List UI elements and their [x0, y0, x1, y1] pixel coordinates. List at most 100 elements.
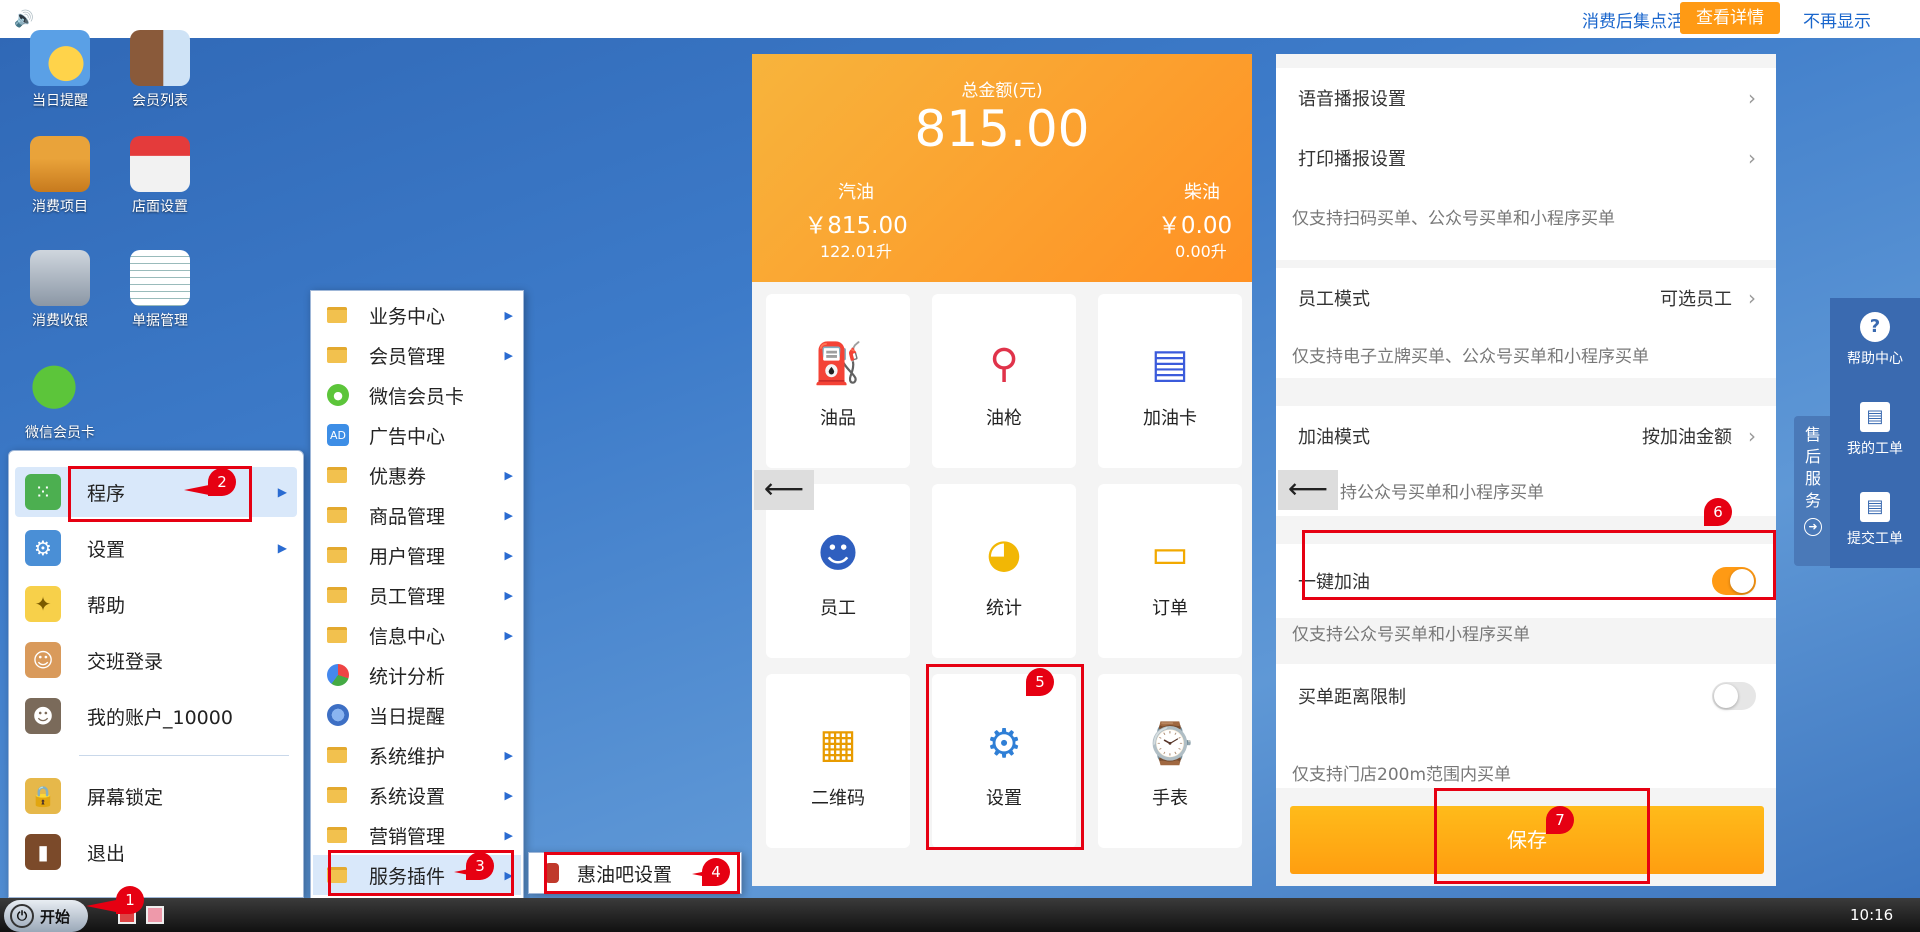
total-label: 总金额(元): [961, 81, 1043, 101]
submenu-arrow-icon: ▶: [504, 748, 513, 762]
tile-qrcode[interactable]: ▦ 二维码: [766, 674, 910, 848]
cash-register-icon: [30, 250, 90, 306]
ad-icon: AD: [327, 424, 349, 446]
clock: 10:16: [1850, 906, 1894, 924]
folder-icon: [327, 747, 347, 763]
desktop-icon-wechat-card[interactable]: 微信会员卡: [12, 362, 108, 442]
print-broadcast-setting-row[interactable]: 打印播报设置 ›: [1276, 128, 1776, 188]
program-item-daily-reminder[interactable]: 当日提醒: [313, 695, 521, 735]
start-menu-item-exit[interactable]: ▮ 退出: [15, 827, 297, 877]
annotation-badge: 7: [1546, 806, 1574, 834]
voice-broadcast-setting-row[interactable]: 语音播报设置 ›: [1276, 68, 1776, 128]
program-item-marketing[interactable]: 营销管理 ▶: [313, 815, 521, 855]
program-submenu: 业务中心 ▶ 会员管理 ▶ ● 微信会员卡 AD 广告中心 优惠券 ▶ 商品管理 ▶ 用户管…: [310, 290, 524, 900]
notice-text: 消费后集点活: [1582, 12, 1684, 32]
program-item-info-center[interactable]: 信息中心 ▶: [313, 615, 521, 655]
fuel-mode-row[interactable]: 加油模式 按加油金额 ›: [1276, 406, 1776, 466]
program-item-member-management[interactable]: 会员管理 ▶: [313, 335, 521, 375]
distance-limit-toggle[interactable]: [1712, 682, 1756, 710]
start-menu-item-settings[interactable]: ⚙ 设置 ▶: [15, 523, 297, 573]
question-icon: ?: [1860, 312, 1890, 342]
program-item-ad-center[interactable]: AD 广告中心: [313, 415, 521, 455]
back-arrow-button[interactable]: ⟵: [1278, 470, 1338, 510]
employee-mode-row[interactable]: 员工模式 可选员工 ›: [1276, 268, 1776, 328]
start-menu-item-shift-login[interactable]: ☺ 交班登录: [15, 635, 297, 685]
folder-icon: [327, 787, 347, 803]
submenu-arrow-icon: ▶: [504, 548, 513, 562]
program-item-employee-management[interactable]: 员工管理 ▶: [313, 575, 521, 615]
start-menu-item-help[interactable]: ✦ 帮助: [15, 579, 297, 629]
users-icon: ☺: [25, 642, 61, 678]
desktop-icon-consume-items[interactable]: 消费项目: [12, 136, 108, 216]
after-sales-service-tab[interactable]: 售后服务 ➜: [1794, 416, 1832, 566]
folder-icon: [327, 827, 347, 843]
annotation-badge: 4: [702, 858, 730, 886]
chevron-right-icon: ›: [1748, 146, 1756, 170]
notebook-icon: [130, 250, 190, 306]
desktop-icon-store-settings[interactable]: 店面设置: [112, 136, 208, 216]
reminder-icon: [327, 704, 349, 726]
start-menu-item-my-account[interactable]: ☻ 我的账户_10000: [15, 691, 297, 741]
employee-icon: ☻: [817, 531, 859, 577]
program-item-coupon[interactable]: 优惠券 ▶: [313, 455, 521, 495]
diesel-amount: ￥0.00: [1157, 213, 1233, 239]
program-item-statistics[interactable]: 统计分析: [313, 655, 521, 695]
back-arrow-button[interactable]: ⟵: [754, 470, 814, 510]
power-icon: ⏻: [10, 904, 34, 928]
taskbar-app-icon[interactable]: [146, 906, 164, 924]
submenu-arrow-icon: ▶: [504, 468, 513, 482]
total-value: 815.00: [914, 100, 1090, 158]
help-center-button[interactable]: ? 帮助中心: [1830, 312, 1920, 368]
gasoline-amount: ￥815.00: [804, 213, 908, 239]
oil-can-icon: ⛽: [813, 341, 863, 387]
desktop-icon-bills[interactable]: 单据管理: [112, 250, 208, 330]
gasoline-label: 汽油: [838, 182, 874, 203]
tile-fuel-card[interactable]: ▤ 加油卡: [1098, 294, 1242, 468]
annotation-badge: 5: [1026, 668, 1054, 696]
gasoline-volume: 122.01升: [820, 242, 892, 261]
program-item-business-center[interactable]: 业务中心 ▶: [313, 295, 521, 335]
program-item-goods-management[interactable]: 商品管理 ▶: [313, 495, 521, 535]
dont-show-again-link[interactable]: 不再显示: [1803, 7, 1871, 32]
hint-text: 仅支持电子立牌买单、公众号买单和小程序买单: [1292, 347, 1649, 367]
tile-orders[interactable]: ▭ 订单: [1098, 484, 1242, 658]
folder-icon: [327, 467, 347, 483]
desktop-icon-cashier[interactable]: 消费收银: [12, 250, 108, 330]
store-icon: [130, 136, 190, 192]
annotation-badge: 3: [466, 852, 494, 880]
help-sidebar: ? 帮助中心 ▤ 我的工单 ▤ 提交工单: [1830, 298, 1920, 568]
program-item-user-management[interactable]: 用户管理 ▶: [313, 535, 521, 575]
program-item-system-maintenance[interactable]: 系统维护 ▶: [313, 735, 521, 775]
submenu-arrow-icon: ▶: [504, 508, 513, 522]
speaker-icon: 🔊: [14, 9, 34, 28]
view-detail-button[interactable]: 查看详情: [1680, 2, 1780, 34]
desktop-icon-member-list[interactable]: 会员列表: [112, 30, 208, 110]
start-menu-item-lock-screen[interactable]: 🔒 屏幕锁定: [15, 771, 297, 821]
fuel-card-icon: ▤: [1151, 341, 1189, 387]
folder-icon: [327, 627, 347, 643]
folder-icon: [327, 307, 347, 323]
my-tickets-button[interactable]: ▤ 我的工单: [1830, 402, 1920, 458]
tile-oil-products[interactable]: ⛽ 油品: [766, 294, 910, 468]
chevron-right-icon: ›: [1748, 286, 1756, 310]
tile-fuel-nozzle[interactable]: ⚲ 油枪: [932, 294, 1076, 468]
notice-bar: 🔊 消费后集点活 查看详情 不再显示: [0, 0, 1920, 38]
total-amount-header: 总金额(元) 815.00 汽油 ￥815.00 122.01升 柴油 ￥0.0…: [752, 54, 1252, 282]
hint-text: 仅支持扫码买单、公众号买单和小程序买单: [1292, 209, 1615, 229]
annotation-badge: 6: [1704, 498, 1732, 526]
tile-watch[interactable]: ⌚ 手表: [1098, 674, 1242, 848]
program-item-system-settings[interactable]: 系统设置 ▶: [313, 775, 521, 815]
grid-icon: ⁙: [25, 474, 61, 510]
tile-employee[interactable]: ☻ 员工: [766, 484, 910, 658]
bell-reminder-icon: [30, 30, 90, 86]
annotation-badge: 1: [116, 886, 144, 914]
wechat-icon: [30, 362, 90, 418]
submenu-arrow-icon: ▶: [277, 485, 287, 499]
start-button[interactable]: ⏻ 开始: [4, 900, 88, 932]
tile-statistics[interactable]: ◕ 统计: [932, 484, 1076, 658]
taskbar: [0, 898, 1920, 932]
submit-ticket-button[interactable]: ▤ 提交工单: [1830, 492, 1920, 548]
desktop-icon-reminder[interactable]: 当日提醒: [12, 30, 108, 110]
folder-icon: [327, 547, 347, 563]
program-item-wechat-card[interactable]: ● 微信会员卡: [313, 375, 521, 415]
